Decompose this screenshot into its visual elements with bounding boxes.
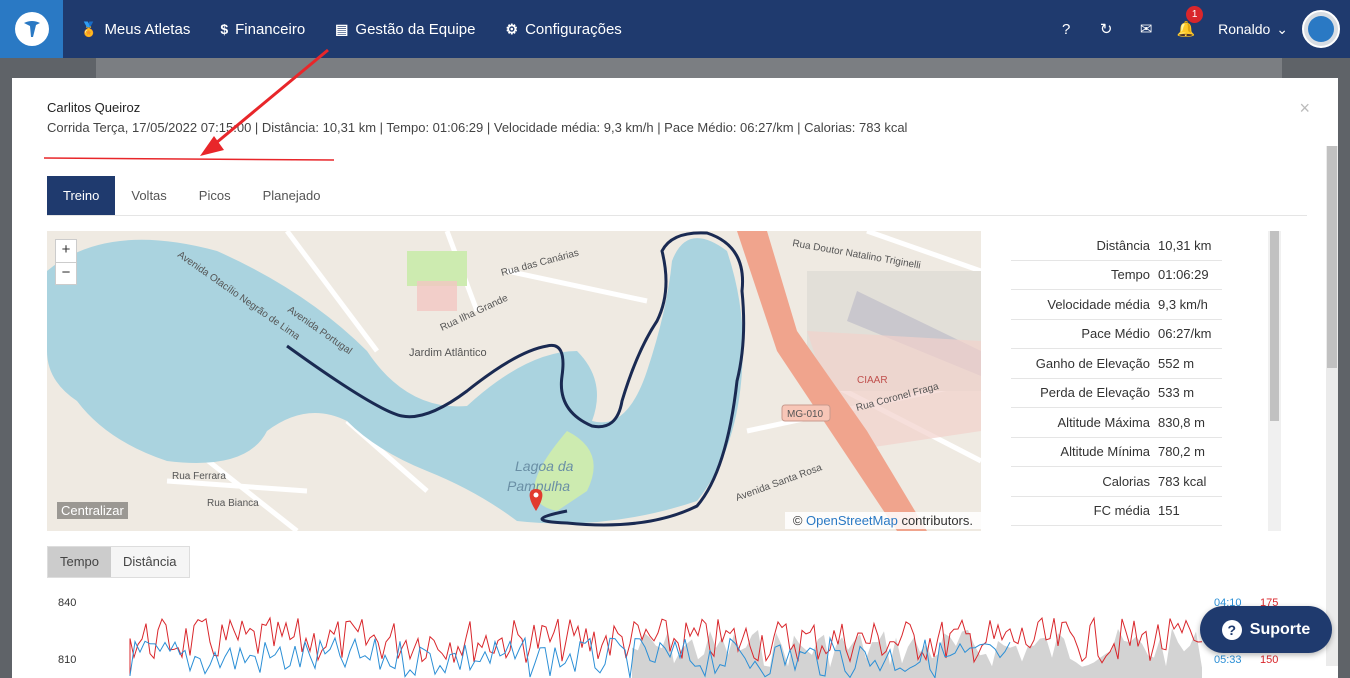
stat-row: Perda de Elevação 533 m	[1011, 379, 1222, 408]
main-nav: 🏅 Meus Atletas $ Financeiro ▤ Gestão da …	[80, 0, 622, 58]
map-attribution: © OpenStreetMap contributors.	[784, 512, 981, 529]
stat-row: Velocidade média 9,3 km/h	[1011, 290, 1222, 320]
osm-link[interactable]: OpenStreetMap	[806, 513, 898, 528]
map-canvas: Lagoa da Pampulha Jardim Atlântico CIAAR…	[47, 231, 981, 531]
stat-label: Distância	[1096, 237, 1150, 253]
stat-value: 552 m	[1158, 355, 1195, 371]
tab-treino[interactable]: Treino	[47, 176, 116, 215]
notifications-button[interactable]: 🔔 1	[1166, 6, 1206, 38]
stat-value: 830,8 m	[1158, 414, 1205, 430]
stat-row: Calorias 783 kcal	[1011, 467, 1222, 497]
nav-configuracoes[interactable]: ⚙ Configurações	[506, 21, 622, 38]
activity-chart: 840 810 04:10 05:33 175 150	[12, 588, 1338, 678]
avatar-logo-icon	[1308, 16, 1334, 42]
stat-value: 01:06:29	[1158, 267, 1209, 283]
suporte-label: Suporte	[1249, 620, 1311, 638]
chart-tabs: Tempo Distância	[47, 546, 190, 578]
stat-row: FC média 151	[1011, 497, 1222, 526]
map-label-rua-ferrara: Rua Ferrara	[172, 471, 226, 482]
logo-icon	[14, 12, 49, 46]
activity-modal: Carlitos Queiroz Corrida Terça, 17/05/20…	[12, 78, 1338, 678]
mail-icon[interactable]: ✉	[1126, 20, 1166, 38]
sync-icon[interactable]: ↻	[1086, 20, 1126, 38]
stats-scrollbar-thumb[interactable]	[1270, 231, 1279, 421]
stat-label: Perda de Elevação	[1040, 385, 1150, 401]
map-label-jardim: Jardim Atlântico	[409, 347, 487, 359]
tabs-divider	[47, 215, 1307, 216]
route-map[interactable]: Lagoa da Pampulha Jardim Atlântico CIAAR…	[47, 231, 981, 531]
map-label-ciaar: CIAAR	[857, 375, 888, 386]
stat-label: Pace Médio	[1081, 326, 1150, 342]
chart-tab-distancia[interactable]: Distância	[111, 547, 189, 577]
dollar-icon: $	[220, 21, 229, 37]
nav-meus-atletas-label: Meus Atletas	[104, 20, 191, 38]
nav-meus-atletas[interactable]: 🏅 Meus Atletas	[80, 21, 190, 38]
avatar[interactable]	[1302, 10, 1340, 48]
nav-gestao-equipe-label: Gestão da Equipe	[355, 20, 476, 38]
background-page-strip	[96, 58, 1282, 78]
stat-label: Ganho de Elevação	[1035, 355, 1150, 371]
zoom-in-button[interactable]: +	[56, 240, 76, 262]
top-navbar: 🏅 Meus Atletas $ Financeiro ▤ Gestão da …	[0, 0, 1350, 58]
modal-scrollbar-thumb[interactable]	[1327, 146, 1337, 368]
stat-value: 533 m	[1158, 385, 1195, 401]
medal-icon: 🏅	[80, 20, 98, 37]
chevron-down-icon: ⌄	[1276, 20, 1288, 37]
map-label-lagoa-1: Lagoa da	[515, 458, 574, 474]
nav-configuracoes-label: Configurações	[525, 20, 622, 38]
user-name: Ronaldo	[1218, 21, 1271, 37]
right-nav: ? ↻ ✉ 🔔 1 Ronaldo ⌄	[1046, 0, 1350, 58]
map-label-mg010: MG-010	[787, 409, 824, 420]
user-menu[interactable]: Ronaldo ⌄	[1218, 21, 1288, 38]
stats-table: Distância 10,31 km Tempo 01:06:29 Velocida…	[1011, 231, 1222, 531]
chart-tab-tempo[interactable]: Tempo	[48, 547, 112, 577]
attribution-prefix: ©	[792, 513, 803, 528]
stat-label: Calorias	[1102, 473, 1150, 489]
stat-row: Distância 10,31 km	[1011, 231, 1222, 261]
stat-label: Altitude Máxima	[1057, 414, 1150, 430]
centralizar-button[interactable]: Centralizar	[57, 502, 128, 519]
activity-tabs: Treino Voltas Picos Planejado	[47, 176, 336, 215]
attribution-suffix: contributors.	[901, 513, 973, 528]
close-icon[interactable]: ×	[1299, 98, 1310, 119]
stat-value: 10,31 km	[1158, 237, 1212, 253]
stat-row: Pace Médio 06:27/km	[1011, 320, 1222, 349]
tab-voltas[interactable]: Voltas	[115, 176, 182, 215]
stat-label: FC média	[1093, 503, 1150, 519]
chart-plot	[129, 616, 1203, 678]
gears-icon: ⚙	[505, 20, 519, 37]
map-label-rua-bianca: Rua Bianca	[207, 498, 259, 509]
stat-value: 9,3 km/h	[1158, 296, 1208, 312]
stat-value: 06:27/km	[1158, 326, 1212, 342]
activity-summary: Corrida Terça, 17/05/2022 07:15:00 | Dis…	[47, 120, 908, 135]
nav-financeiro-label: Financeiro	[235, 20, 306, 38]
stat-label: Tempo	[1110, 267, 1150, 283]
help-circle-icon: ?	[1221, 619, 1242, 640]
tab-picos[interactable]: Picos	[183, 176, 247, 215]
nav-financeiro[interactable]: $ Financeiro	[220, 21, 305, 38]
brand-logo[interactable]	[0, 0, 63, 58]
stat-value: 783 kcal	[1158, 473, 1207, 489]
bell-icon: 🔔	[1176, 21, 1196, 38]
tab-planejado[interactable]: Planejado	[247, 176, 337, 215]
notification-badge: 1	[1186, 6, 1204, 23]
clipboard-icon: ▤	[335, 20, 349, 37]
nav-gestao-equipe[interactable]: ▤ Gestão da Equipe	[335, 21, 475, 38]
stat-row: Tempo 01:06:29	[1011, 261, 1222, 290]
stat-row: Altitude Mínima 780,2 m	[1011, 438, 1222, 467]
stat-row: Ganho de Elevação 552 m	[1011, 349, 1222, 379]
stat-row: Altitude Máxima 830,8 m	[1011, 408, 1222, 438]
zoom-out-button[interactable]: −	[56, 262, 76, 284]
help-icon[interactable]: ?	[1046, 21, 1086, 38]
stat-label: Altitude Mínima	[1060, 444, 1150, 460]
stat-value: 151	[1158, 503, 1180, 519]
athlete-name: Carlitos Queiroz	[47, 100, 141, 115]
stat-label: Velocidade média	[1047, 296, 1150, 312]
suporte-button[interactable]: ? Suporte	[1200, 606, 1332, 653]
stat-value: 780,2 m	[1158, 444, 1205, 460]
map-zoom-control: + −	[55, 239, 77, 285]
